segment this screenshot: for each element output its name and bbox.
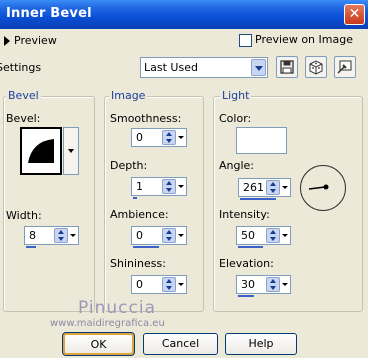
ambience-value: 0 — [136, 229, 143, 242]
reset-icon[interactable] — [334, 56, 356, 78]
cancel-button[interactable]: Cancel — [143, 333, 218, 355]
bevel-shape-preview — [28, 139, 54, 163]
chevron-down-icon[interactable] — [281, 228, 289, 243]
spin-arrows-icon[interactable] — [162, 130, 176, 145]
ok-button[interactable]: OK — [62, 332, 135, 356]
bevel-group-title: Bevel — [6, 89, 41, 102]
spin-arrows-icon[interactable] — [162, 179, 176, 194]
preview-toggle[interactable]: Preview — [0, 33, 80, 49]
chevron-down-icon[interactable] — [281, 180, 289, 195]
intensity-spinner[interactable]: 50 — [236, 226, 291, 248]
intensity-value: 50 — [241, 229, 255, 242]
ambience-slider-bar — [133, 246, 159, 248]
title-bar: Inner Bevel ✕ — [0, 0, 368, 29]
bevel-shape-dropdown[interactable] — [63, 127, 79, 175]
spin-arrows-icon[interactable] — [266, 277, 280, 292]
spin-arrows-icon[interactable] — [54, 228, 68, 243]
chevron-down-icon[interactable] — [177, 228, 185, 243]
chevron-down-icon[interactable] — [177, 130, 185, 145]
width-value: 8 — [29, 229, 36, 242]
elevation-slider-bar — [238, 295, 254, 297]
image-group-title: Image — [109, 89, 148, 102]
color-label: Color: — [219, 112, 252, 125]
smoothness-label: Smoothness: — [110, 112, 182, 125]
width-slider-bar — [26, 246, 36, 248]
preview-label: Preview — [14, 34, 57, 47]
preview-on-image-label: Preview on Image — [255, 33, 353, 46]
angle-spinner[interactable]: 261 — [238, 178, 291, 200]
bevel-shape-picker[interactable] — [20, 127, 62, 175]
watermark-name: Pinuccia — [78, 298, 156, 318]
randomize-icon[interactable] — [305, 56, 327, 78]
chevron-down-icon[interactable] — [177, 277, 185, 292]
shininess-label: Shininess: — [110, 257, 166, 270]
shininess-spinner[interactable]: 0 — [131, 275, 187, 294]
intensity-label: Intensity: — [219, 208, 270, 221]
watermark-url: www.maidiregrafica.eu — [50, 318, 165, 329]
depth-slider-bar — [133, 197, 137, 199]
bevel-label: Bevel: — [6, 112, 41, 125]
shininess-value: 0 — [136, 278, 143, 291]
intensity-slider-bar — [238, 246, 263, 248]
save-preset-icon[interactable] — [276, 56, 298, 78]
settings-label: Settings — [0, 61, 42, 74]
close-button[interactable]: ✕ — [344, 4, 365, 25]
ambience-spinner[interactable]: 0 — [131, 226, 187, 248]
angle-slider-bar — [240, 198, 276, 200]
depth-spinner[interactable]: 1 — [131, 177, 187, 199]
chevron-down-icon[interactable] — [281, 277, 289, 292]
width-label: Width: — [6, 209, 42, 222]
preset-dropdown[interactable]: Last Used — [140, 57, 268, 78]
spin-arrows-icon[interactable] — [266, 228, 280, 243]
spin-arrows-icon[interactable] — [162, 277, 176, 292]
preset-value: Last Used — [144, 61, 198, 74]
spin-arrows-icon[interactable] — [266, 180, 280, 195]
smoothness-spinner[interactable]: 0 — [131, 128, 187, 147]
depth-value: 1 — [136, 180, 143, 193]
preview-on-image-checkbox[interactable] — [239, 34, 252, 47]
angle-label: Angle: — [219, 159, 255, 172]
chevron-down-icon — [251, 59, 266, 76]
ambience-label: Ambience: — [110, 208, 169, 221]
chevron-down-icon — [68, 149, 74, 153]
chevron-down-icon[interactable] — [69, 228, 77, 243]
elevation-spinner[interactable]: 30 — [236, 275, 291, 297]
chevron-down-icon[interactable] — [177, 179, 185, 194]
angle-value: 261 — [243, 181, 264, 194]
triangle-right-icon — [4, 36, 10, 46]
window-title: Inner Bevel — [6, 6, 92, 21]
smoothness-value: 0 — [136, 131, 143, 144]
spin-arrows-icon[interactable] — [162, 228, 176, 243]
depth-label: Depth: — [110, 159, 148, 172]
angle-dial-icon[interactable] — [300, 165, 346, 211]
width-spinner[interactable]: 8 — [24, 226, 79, 248]
elevation-value: 30 — [241, 278, 255, 291]
elevation-label: Elevation: — [219, 257, 274, 270]
help-button[interactable]: Help — [225, 333, 297, 355]
light-color-swatch[interactable] — [236, 127, 287, 154]
light-group-title: Light — [220, 89, 252, 102]
